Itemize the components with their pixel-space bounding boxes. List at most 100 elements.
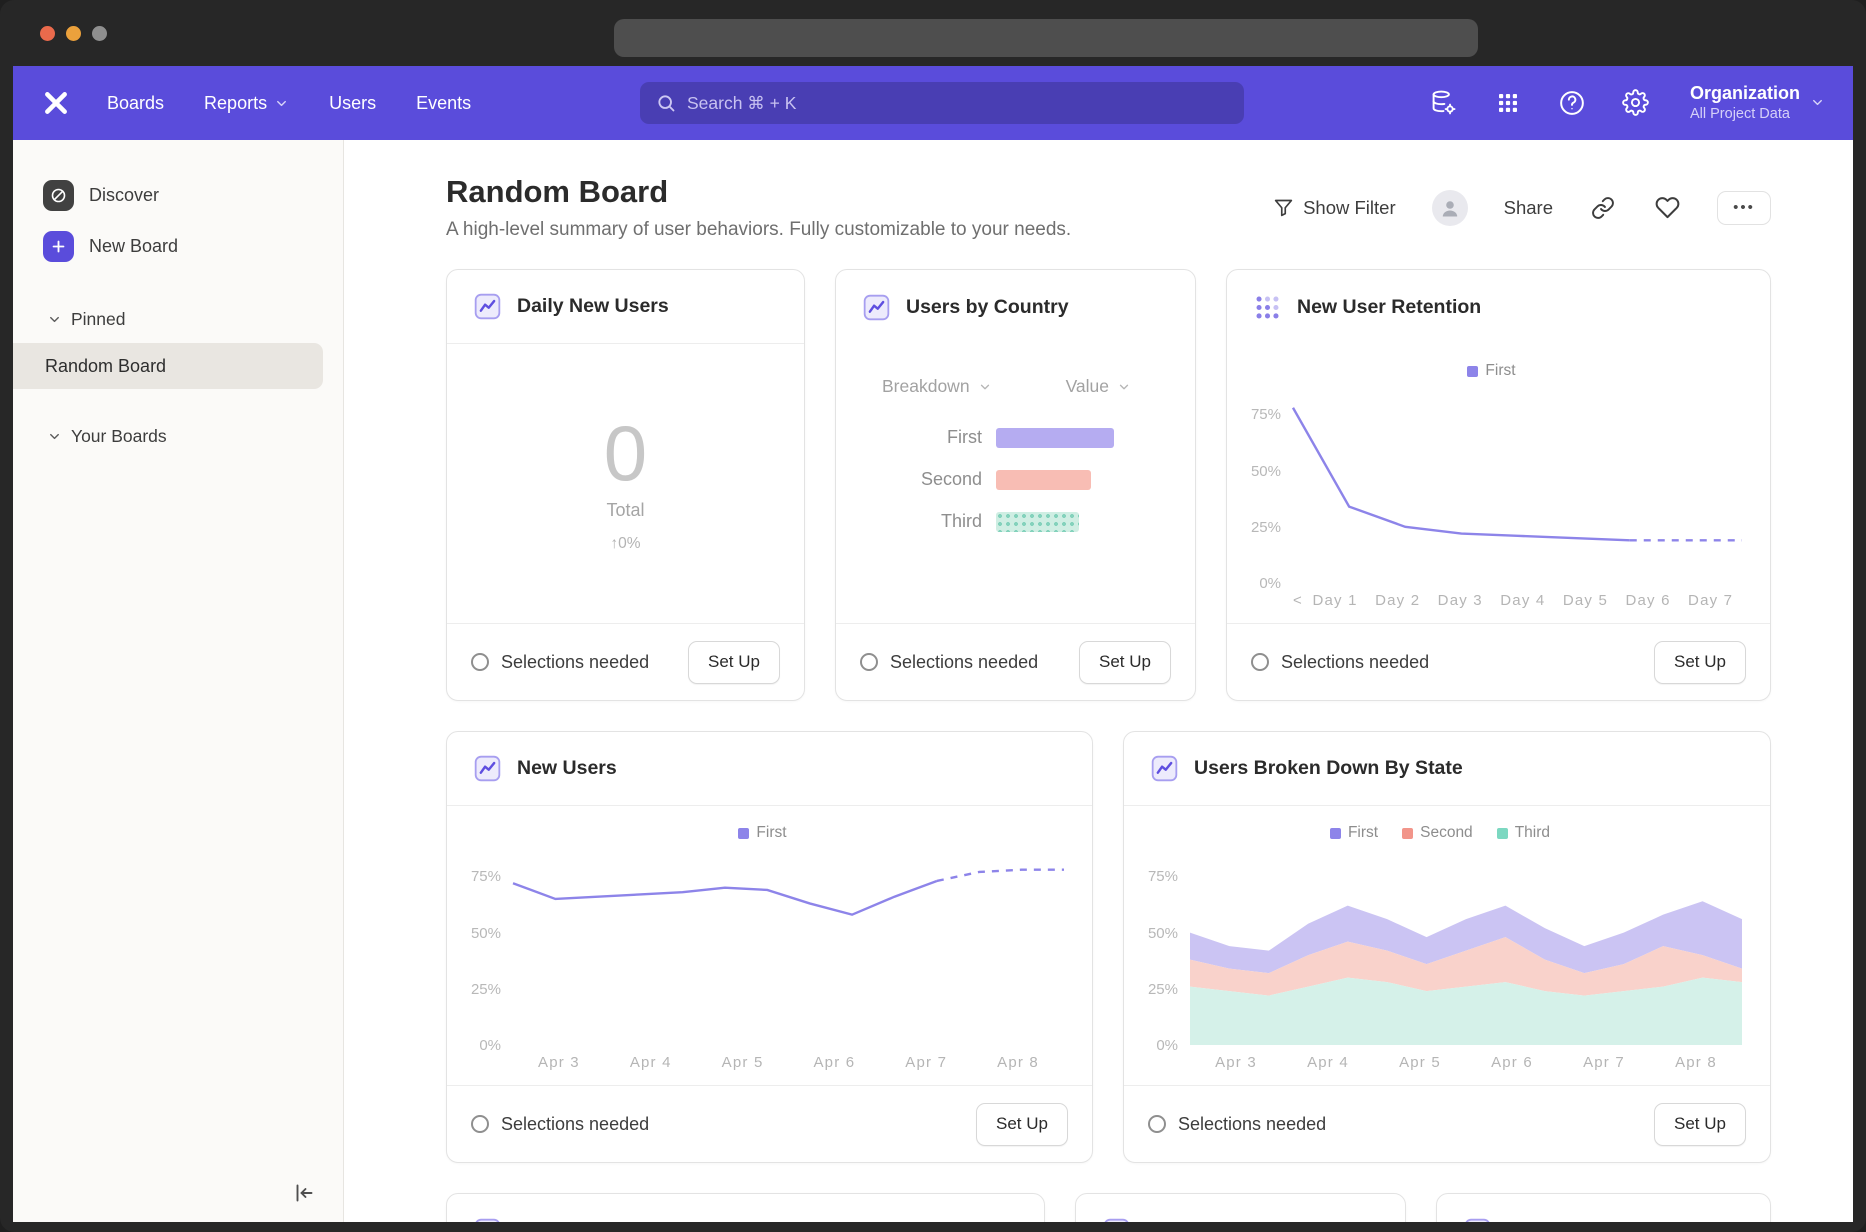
nav-item-boards[interactable]: Boards	[107, 93, 164, 114]
browser-window: Boards Reports Users Events	[0, 0, 1866, 1232]
retention-line-chart: First75%50%25%0%<Day 1Day 2Day 3Day 4Day…	[1227, 344, 1770, 623]
org-scope: All Project Data	[1690, 105, 1800, 124]
window-zoom-button[interactable]	[92, 26, 107, 41]
nav-item-label: Events	[416, 93, 471, 114]
org-name: Organization	[1690, 82, 1800, 105]
filter-funnel-icon	[1273, 197, 1294, 218]
org-switcher[interactable]: Organization All Project Data	[1690, 82, 1825, 124]
line-chart-icon	[1150, 754, 1179, 783]
set-up-button[interactable]: Set Up	[688, 641, 780, 684]
page-subtitle: A high-level summary of user behaviors. …	[446, 219, 1071, 241]
sidebar-section-your-boards[interactable]: Your Boards	[13, 415, 343, 458]
card-daily-new-users: Daily New Users 0 Total ↑0%	[446, 269, 805, 701]
cards-row-1: Daily New Users 0 Total ↑0%	[446, 269, 1853, 701]
chevron-down-icon	[1810, 95, 1825, 110]
status-circle-icon	[1148, 1115, 1166, 1133]
nav-item-reports[interactable]: Reports	[204, 93, 289, 114]
sidebar-item-label: Discover	[89, 185, 159, 206]
card-status: Selections needed	[1148, 1114, 1326, 1135]
mixpanel-logo-icon[interactable]	[41, 88, 71, 118]
card-insights-report: Insights Report	[1075, 1193, 1406, 1222]
chevron-down-icon	[274, 96, 289, 111]
window-close-button[interactable]	[40, 26, 55, 41]
status-text: Selections needed	[1281, 652, 1429, 673]
show-filter-label: Show Filter	[1303, 197, 1396, 219]
set-up-button[interactable]: Set Up	[1654, 1103, 1746, 1146]
nav-item-users[interactable]: Users	[329, 93, 376, 114]
card-users-by-state: Users Broken Down By State FirstSecondTh…	[1123, 731, 1771, 1163]
sidebar-section-pinned[interactable]: Pinned	[13, 298, 343, 341]
breakdown-dropdown[interactable]: Breakdown	[882, 376, 992, 397]
country-row: Second	[836, 469, 1195, 490]
window-minimize-button[interactable]	[66, 26, 81, 41]
data-management-icon[interactable]	[1430, 89, 1458, 117]
more-options-button[interactable]: •••	[1717, 191, 1771, 225]
set-up-button[interactable]: Set Up	[1654, 641, 1746, 684]
country-row-label: First	[836, 427, 996, 448]
card-status: Selections needed	[471, 652, 649, 673]
line-chart-icon	[473, 292, 502, 321]
sidebar-item-discover[interactable]: Discover	[13, 170, 343, 221]
country-row: First	[836, 427, 1195, 448]
value-dropdown[interactable]: Value	[1066, 376, 1131, 397]
card-new-user-retention: New User Retention First75%50%25%0%<Day …	[1226, 269, 1771, 701]
sidebar-section-label: Pinned	[71, 309, 126, 330]
card-title: Active Users	[1507, 1220, 1625, 1223]
browser-chrome	[0, 0, 1866, 66]
address-bar[interactable]	[614, 19, 1478, 57]
avatar[interactable]	[1432, 190, 1468, 226]
card-status: Selections needed	[860, 652, 1038, 673]
breakdown-label: Breakdown	[882, 376, 970, 397]
status-text: Selections needed	[501, 1114, 649, 1135]
favorite-heart-icon[interactable]	[1653, 194, 1681, 222]
sidebar-item-new-board[interactable]: New Board	[13, 221, 343, 272]
chevron-down-icon	[1117, 380, 1131, 394]
line-chart-icon	[473, 754, 502, 783]
search-input[interactable]	[687, 93, 1228, 114]
show-filter-button[interactable]: Show Filter	[1273, 197, 1396, 219]
discover-icon	[43, 180, 74, 211]
card-title: Insights Report	[1146, 1220, 1289, 1223]
global-search-bar[interactable]	[640, 82, 1244, 124]
country-bar	[996, 512, 1079, 532]
board-main: Random Board A high-level summary of use…	[344, 140, 1853, 1222]
line-chart-icon	[862, 293, 891, 322]
status-text: Selections needed	[890, 652, 1038, 673]
status-text: Selections needed	[1178, 1114, 1326, 1135]
nav-item-label: Boards	[107, 93, 164, 114]
set-up-button[interactable]: Set Up	[976, 1103, 1068, 1146]
settings-gear-icon[interactable]	[1622, 89, 1650, 117]
status-circle-icon	[860, 653, 878, 671]
status-circle-icon	[471, 1115, 489, 1133]
card-title: Daily New Users	[517, 295, 669, 318]
chevron-down-icon	[47, 429, 62, 444]
country-row: Third	[836, 511, 1195, 532]
copy-link-icon[interactable]	[1589, 194, 1617, 222]
country-row-label: Third	[836, 511, 996, 532]
card-new-users: New Users First75%50%25%0%Apr 3Apr 4Apr …	[446, 731, 1093, 1163]
nav-item-events[interactable]: Events	[416, 93, 471, 114]
card-active-users: Active Users	[1436, 1193, 1771, 1222]
sidebar-item-random-board[interactable]: Random Board	[13, 343, 323, 389]
metric-label: Total	[606, 500, 644, 521]
share-button[interactable]: Share	[1504, 197, 1553, 219]
retention-grid-icon	[1253, 293, 1282, 322]
nav-item-label: Users	[329, 93, 376, 114]
apps-grid-icon[interactable]	[1494, 89, 1522, 117]
sidebar-item-label: New Board	[89, 236, 178, 257]
new-users-line-chart: First75%50%25%0%Apr 3Apr 4Apr 5Apr 6Apr …	[447, 806, 1092, 1085]
collapse-sidebar-icon[interactable]	[291, 1180, 317, 1206]
set-up-button[interactable]: Set Up	[1079, 641, 1171, 684]
line-chart-icon	[1463, 1217, 1492, 1223]
top-navbar: Boards Reports Users Events	[13, 66, 1853, 140]
search-icon	[656, 93, 676, 113]
card-title: Users by Country	[906, 296, 1069, 319]
card-status: Selections needed	[471, 1114, 649, 1135]
card-title: New User Retention	[1297, 296, 1481, 319]
help-icon[interactable]	[1558, 89, 1586, 117]
card-title: New Users	[517, 757, 617, 780]
plus-icon	[43, 231, 74, 262]
chevron-down-icon	[47, 312, 62, 327]
traffic-lights	[40, 26, 107, 41]
metric-delta: ↑0%	[610, 535, 640, 553]
